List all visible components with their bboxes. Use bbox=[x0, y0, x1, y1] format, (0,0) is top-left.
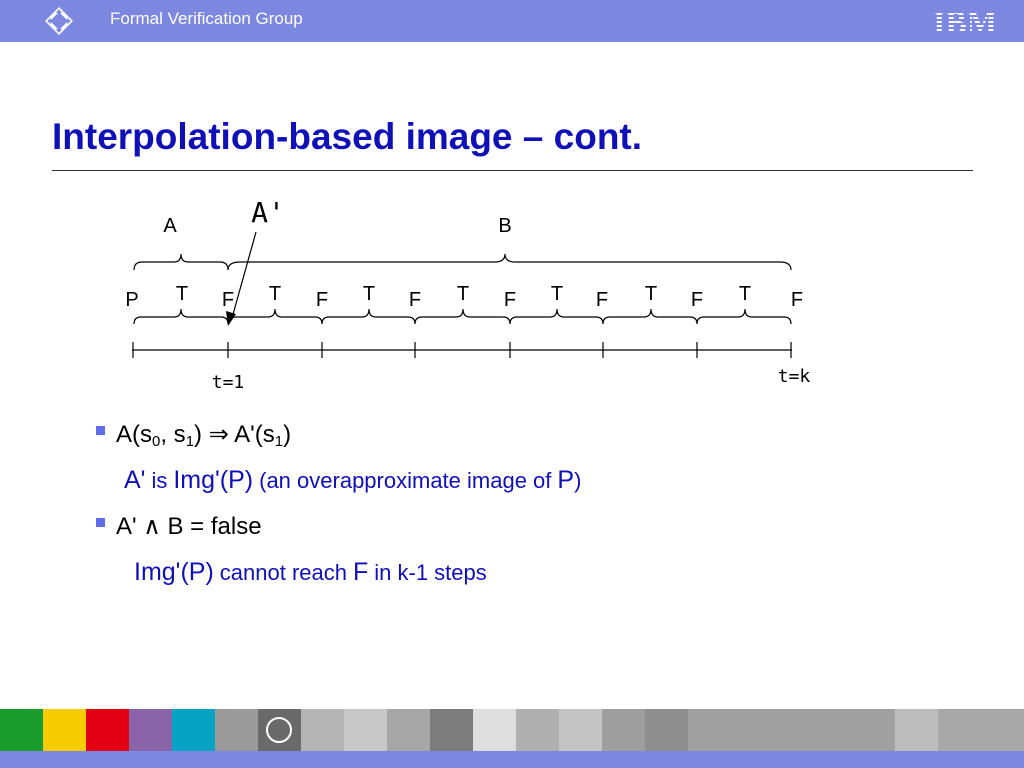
label-t-5: T bbox=[551, 283, 563, 305]
lower-brace-1 bbox=[133, 308, 229, 325]
brace-a bbox=[133, 253, 229, 271]
svg-text:IBM: IBM bbox=[933, 5, 997, 37]
bullet-2-subtext: Img'(P) cannot reach Fin k-1 steps bbox=[134, 558, 487, 586]
group-name: Formal Verification Group bbox=[110, 9, 303, 28]
label-t-2: T bbox=[269, 283, 281, 305]
label-p: P bbox=[125, 289, 138, 311]
label-f-2: F bbox=[316, 289, 328, 311]
lower-brace-5 bbox=[509, 308, 604, 325]
label-f-7: F bbox=[791, 289, 803, 311]
label-t-6: T bbox=[645, 283, 657, 305]
footer-bar bbox=[0, 751, 1024, 768]
lower-brace-3 bbox=[321, 308, 416, 325]
lower-brace-6 bbox=[602, 308, 698, 325]
bullet-2-text: A' ∧ B = false bbox=[116, 513, 262, 540]
lower-brace-2 bbox=[227, 308, 323, 325]
bullet-list: A(s0, s1) ⇒ A'(s1) A' is Img'(P) (an overap… bbox=[96, 420, 896, 604]
label-t-7: T bbox=[739, 283, 751, 305]
timeline-diagram: A B A' P T T T T T T T F F F F F F F t=1… bbox=[125, 196, 811, 393]
footer-image-strip bbox=[0, 709, 1024, 751]
label-a: A bbox=[163, 215, 177, 237]
label-t1: t=1 bbox=[212, 372, 245, 393]
bullet-square-icon bbox=[96, 426, 105, 435]
bullet-square-icon bbox=[96, 518, 105, 527]
label-f-3: F bbox=[409, 289, 421, 311]
bullet-1: A(s0, s1) ⇒ A'(s1) bbox=[96, 420, 896, 466]
slide-title: Interpolation-based image – cont. bbox=[52, 116, 643, 157]
ibm-logo: IBM bbox=[933, 5, 997, 37]
label-a-prime: A' bbox=[251, 196, 285, 229]
header-bar: Formal Verification Group IBM bbox=[0, 0, 1024, 42]
bullet-1-subtext: A' is Img'(P) (an overapproximate image of P… bbox=[124, 466, 582, 494]
bullet-1-text: A(s0, s1) ⇒ A'(s1) bbox=[116, 421, 292, 450]
bullet-2: A' ∧ B = false bbox=[96, 512, 896, 558]
label-f-5: F bbox=[596, 289, 608, 311]
label-b: B bbox=[498, 215, 511, 237]
label-f-1: F bbox=[222, 289, 234, 311]
label-t-3: T bbox=[363, 283, 375, 305]
a-prime-arrow bbox=[231, 231, 257, 319]
label-tk: t=k bbox=[778, 366, 811, 387]
ibm-navigation-diamond-icon bbox=[45, 7, 73, 35]
lower-brace-4 bbox=[414, 308, 511, 325]
title-divider bbox=[52, 170, 973, 171]
lower-brace-7 bbox=[696, 308, 792, 325]
label-f-6: F bbox=[691, 289, 703, 311]
label-t-1: T bbox=[176, 283, 188, 305]
brace-b bbox=[227, 253, 792, 271]
label-f-4: F bbox=[504, 289, 516, 311]
label-t-4: T bbox=[457, 283, 469, 305]
